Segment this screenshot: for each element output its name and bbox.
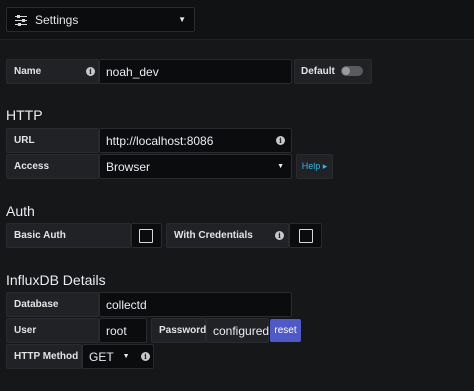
default-label-text: Default: [301, 66, 335, 77]
basic-auth-label: Basic Auth: [6, 223, 131, 248]
http-method-label: HTTP Method: [6, 344, 82, 369]
url-label: URL: [6, 128, 99, 153]
settings-dropdown[interactable]: Settings ▼: [6, 7, 195, 32]
default-toggle[interactable]: [341, 66, 363, 76]
info-icon[interactable]: i: [275, 231, 284, 240]
access-select[interactable]: Browser ▼: [99, 154, 292, 179]
reset-button[interactable]: reset: [270, 319, 301, 342]
url-input-value: http://localhost:8086: [106, 133, 214, 148]
database-input-value: collectd: [106, 297, 147, 312]
password-label-text: Password: [159, 325, 207, 336]
password-label: Password: [151, 318, 206, 343]
user-input-value: root: [106, 323, 127, 338]
database-input[interactable]: collectd: [99, 292, 292, 317]
url-input[interactable]: http://localhost:8086: [99, 128, 292, 153]
help-button[interactable]: Help ▸: [296, 154, 333, 179]
info-icon[interactable]: i: [86, 67, 95, 76]
basic-auth-label-text: Basic Auth: [14, 230, 66, 241]
with-credentials-label-text: With Credentials: [174, 230, 253, 241]
caret-down-icon: ▼: [277, 163, 284, 170]
user-input[interactable]: root: [99, 318, 147, 343]
url-label-text: URL: [14, 135, 35, 146]
caret-down-icon: ▼: [178, 15, 186, 24]
with-credentials-label: With Credentials: [166, 223, 289, 248]
with-credentials-checkbox[interactable]: [299, 229, 313, 243]
name-input-value: noah_dev: [106, 64, 159, 79]
auth-section-title: Auth: [6, 203, 35, 219]
help-button-label: Help ▸: [301, 161, 328, 171]
access-label: Access: [6, 154, 99, 179]
user-label: User: [6, 318, 99, 343]
caret-down-icon: ▼: [122, 353, 130, 360]
info-icon[interactable]: i: [141, 352, 150, 361]
sliders-icon: [15, 14, 27, 26]
access-label-text: Access: [14, 161, 50, 172]
password-input[interactable]: configured: [206, 318, 269, 343]
http-method-select-value: GET: [89, 349, 114, 364]
info-icon[interactable]: i: [276, 136, 285, 145]
http-method-label-text: HTTP Method: [14, 351, 79, 362]
password-input-value: configured: [213, 323, 270, 338]
database-label-text: Database: [14, 299, 59, 310]
name-input[interactable]: noah_dev: [99, 59, 292, 84]
settings-dropdown-label: Settings: [35, 12, 79, 27]
user-label-text: User: [14, 325, 37, 336]
http-section-title: HTTP: [6, 107, 43, 123]
basic-auth-checkbox[interactable]: [139, 229, 153, 243]
reset-button-label: reset: [274, 325, 297, 336]
influxdb-section-title: InfluxDB Details: [6, 272, 106, 288]
name-label-text: Name: [14, 66, 42, 77]
database-label: Database: [6, 292, 99, 317]
access-select-value: Browser: [106, 159, 151, 174]
